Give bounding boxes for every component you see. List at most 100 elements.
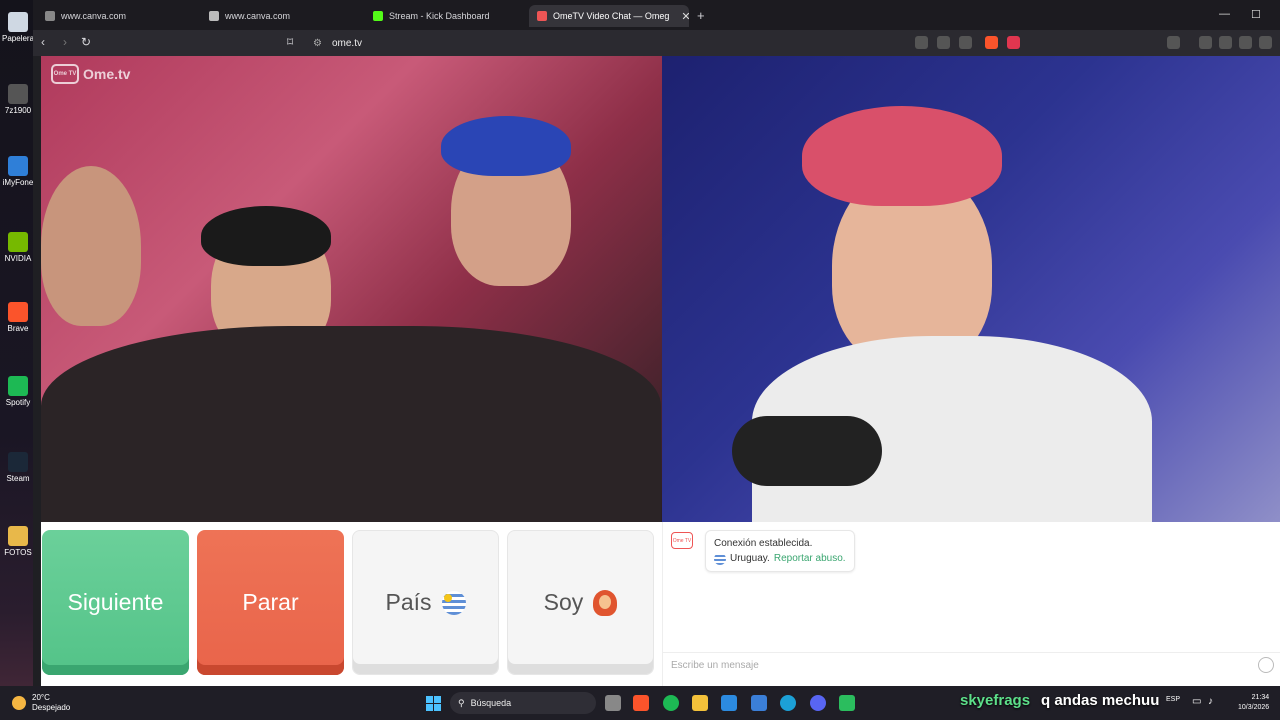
tab-title: Stream - Kick Dashboard <box>389 11 490 21</box>
maximize-button[interactable]: ☐ <box>1251 8 1261 21</box>
system-message: Conexión establecida. Uruguay. Reportar … <box>705 530 855 572</box>
steam-icon <box>8 452 28 472</box>
partner-video: Ome TV Ome.tv <box>41 56 662 522</box>
logo-text: Ome.tv <box>83 66 131 82</box>
search-icon: ⚲ <box>458 697 465 708</box>
globe-icon <box>45 11 55 21</box>
new-tab-button[interactable]: + <box>697 8 705 23</box>
discord-icon[interactable] <box>810 695 826 711</box>
wallet-icon[interactable] <box>1219 36 1232 49</box>
desktop-icon-recycle-bin[interactable]: Papelera de reciclaje <box>2 12 34 43</box>
desktop-icon-label: Papelera de reciclaje <box>2 34 34 43</box>
cap-silhouette <box>441 116 571 176</box>
vpn-icon[interactable] <box>1259 36 1272 49</box>
stop-label: Parar <box>242 589 299 615</box>
ometv-logo: Ome TV Ome.tv <box>51 64 130 84</box>
bodies-silhouette <box>41 326 661 522</box>
emoji-icon[interactable] <box>1258 657 1274 673</box>
self-video <box>662 56 1280 522</box>
desktop-icon-spotify[interactable]: Spotify <box>2 376 34 407</box>
site-settings-icon[interactable]: ⚙ <box>313 38 322 49</box>
tab-bar: www.canva.com www.canva.com Stream - Kic… <box>33 0 1280 30</box>
brave-taskbar-icon[interactable] <box>633 695 649 711</box>
screenshot-icon[interactable] <box>1167 36 1180 49</box>
desktop-icon-label: NVIDIA <box>4 254 32 263</box>
weather-condition: Despejado <box>32 703 71 712</box>
spotify-icon <box>8 376 28 396</box>
store-icon[interactable] <box>751 695 767 711</box>
bookmark-icon[interactable]: ⌑ <box>287 35 293 49</box>
kick-taskbar-icon[interactable] <box>839 695 855 711</box>
browser-toolbar: ‹ › ↻ ⌑ ⚙ ome.tv <box>33 30 1280 56</box>
desktop-icon-fotos[interactable]: FOTOS <box>2 526 34 557</box>
language-indicator[interactable]: ESP <box>1166 696 1180 703</box>
archive-icon <box>8 84 28 104</box>
moon-icon <box>12 696 26 710</box>
tab-title: www.canva.com <box>225 11 291 21</box>
country-label: País <box>385 589 432 615</box>
tab-ometv[interactable]: OmeTV Video Chat — Omeg ✕ <box>529 5 689 27</box>
gender-label: Soy <box>543 589 584 615</box>
desktop-icon-7zip[interactable]: 7z1900 <box>2 84 34 115</box>
tab-canva-1[interactable]: www.canva.com <box>37 5 197 27</box>
country-button[interactable]: País <box>352 530 499 675</box>
url-text: ome.tv <box>331 37 362 49</box>
sidebar-icon[interactable] <box>1199 36 1212 49</box>
file-explorer-icon[interactable] <box>692 695 708 711</box>
folder-icon <box>8 526 28 546</box>
desktop-icon-label: iMyFone <box>2 178 34 187</box>
gender-button[interactable]: Soy <box>507 530 654 675</box>
recycle-bin-icon <box>8 12 28 32</box>
stream-chat-username: skyefrags <box>960 692 1031 709</box>
desktop-icon-steam[interactable]: Steam <box>2 452 34 483</box>
message-input[interactable]: Escribe un mensaje <box>663 652 1280 678</box>
brave-rewards-icon[interactable] <box>1007 36 1020 49</box>
kick-icon <box>373 11 383 21</box>
cap-silhouette <box>802 106 1002 206</box>
message-placeholder: Escribe un mensaje <box>671 660 759 671</box>
brave-shields-icon[interactable] <box>985 36 998 49</box>
nvidia-icon <box>8 232 28 252</box>
tab-title: www.canva.com <box>61 11 127 21</box>
leo-ai-icon[interactable] <box>1239 36 1252 49</box>
app-icon <box>8 156 28 176</box>
reload-button[interactable]: ↻ <box>81 35 91 49</box>
mail-icon[interactable] <box>721 695 737 711</box>
edge-icon[interactable] <box>780 695 796 711</box>
uruguay-flag-icon <box>714 552 726 565</box>
forward-button[interactable]: › <box>63 35 67 49</box>
clock[interactable]: 21:34 10/3/2026 <box>1238 693 1269 713</box>
close-tab-icon[interactable]: ✕ <box>681 10 689 23</box>
clock-date: 10/3/2026 <box>1238 704 1270 711</box>
clock-time: 21:34 <box>1251 694 1270 701</box>
share-icon[interactable] <box>959 36 972 49</box>
minimize-button[interactable]: — <box>1219 8 1230 20</box>
ometv-icon <box>537 11 547 21</box>
start-button[interactable] <box>426 696 441 711</box>
brave-icon <box>8 302 28 322</box>
desktop-icon-brave[interactable]: Brave <box>2 302 34 333</box>
temperature: 20°C <box>32 693 50 702</box>
stop-button[interactable]: Parar <box>197 530 344 675</box>
next-button[interactable]: Siguiente <box>42 530 189 675</box>
connection-status: Conexión establecida. <box>714 538 813 549</box>
chat-controls: Siguiente Parar País Soy <box>41 522 662 686</box>
desktop-icon-nvidia[interactable]: NVIDIA <box>2 232 34 263</box>
tab-kick-dashboard[interactable]: Stream - Kick Dashboard <box>365 5 525 27</box>
report-abuse-link[interactable]: Reportar abuso. <box>774 551 846 566</box>
back-button[interactable]: ‹ <box>41 35 45 49</box>
tab-canva-2[interactable]: www.canva.com <box>201 5 361 27</box>
translate-icon[interactable] <box>915 36 928 49</box>
desktop-icon-imyfone[interactable]: iMyFone <box>2 156 34 187</box>
network-icon[interactable]: ▭ <box>1192 696 1201 707</box>
uruguay-flag-icon <box>441 590 466 615</box>
tab-title: OmeTV Video Chat — Omeg <box>553 11 670 21</box>
volume-icon[interactable]: ♪ <box>1208 696 1213 707</box>
taskbar-search[interactable]: ⚲ Búsqueda <box>450 692 596 714</box>
spotify-taskbar-icon[interactable] <box>663 695 679 711</box>
weather-widget[interactable]: 20°C Despejado <box>12 693 70 713</box>
ometv-page: Ome TV Ome.tv Siguiente Parar País Soy O… <box>41 56 1280 686</box>
chat-panel: Ome TV Conexión establecida. Uruguay. Re… <box>662 522 1280 686</box>
task-view-icon[interactable] <box>605 695 621 711</box>
cast-icon[interactable] <box>937 36 950 49</box>
